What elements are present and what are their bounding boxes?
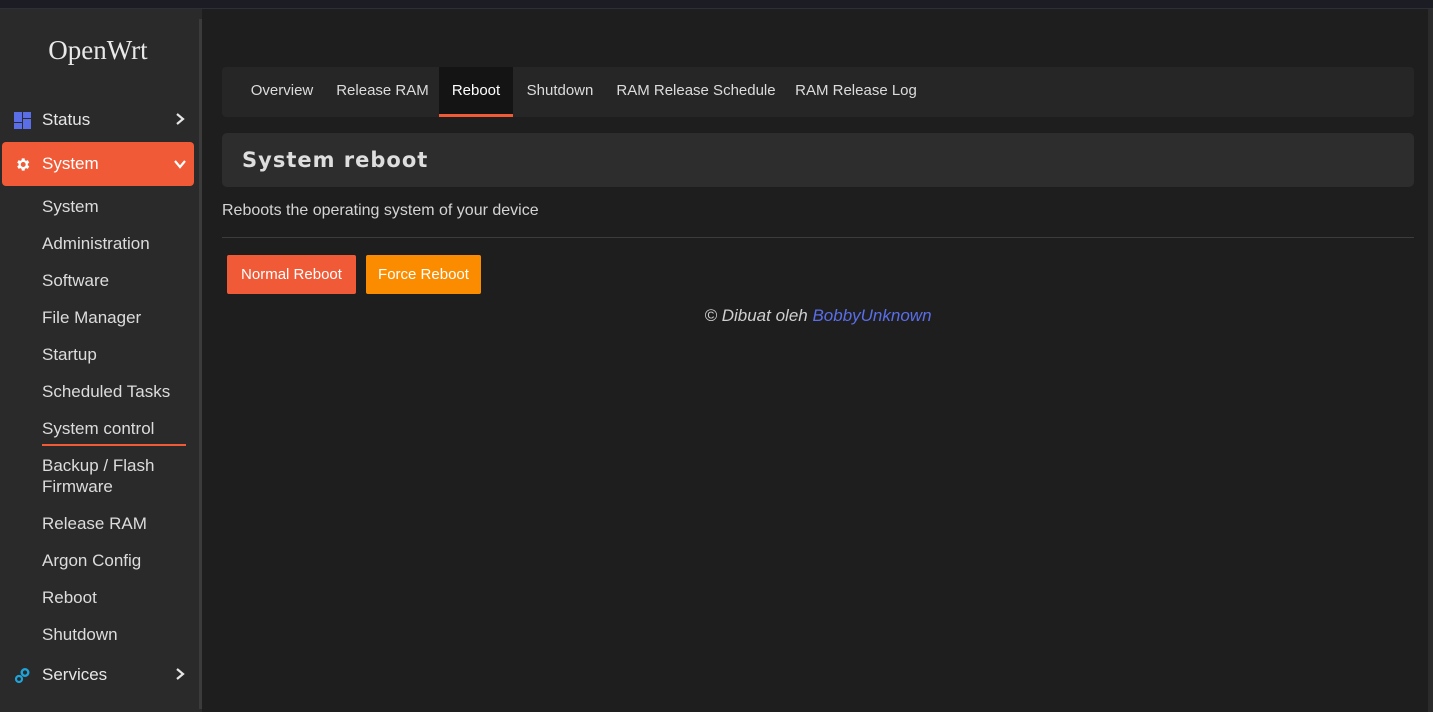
divider	[222, 237, 1414, 238]
sidebar-item-status[interactable]: Status	[2, 98, 194, 142]
sidebar-item-services[interactable]: Services	[2, 653, 194, 697]
author-link[interactable]: BobbyUnknown	[812, 306, 931, 325]
sidebar-item-label: System	[42, 154, 99, 173]
tab-reboot[interactable]: Reboot	[439, 67, 513, 117]
window-top-bar	[0, 0, 1433, 9]
page-title: System reboot	[242, 148, 429, 172]
footer-credit: © Dibuat oleh BobbyUnknown	[222, 306, 1414, 326]
tab-bar: Overview Release RAM Reboot Shutdown RAM…	[222, 67, 1414, 117]
sidebar-subitem-system[interactable]: System	[42, 196, 99, 217]
sidebar-item-label: Services	[42, 665, 108, 684]
sidebar-subitem-administration[interactable]: Administration	[42, 233, 150, 254]
tab-release-ram[interactable]: Release RAM	[330, 67, 435, 117]
cogs-icon	[2, 667, 42, 684]
sidebar-subitem-firmware[interactable]: Firmware	[42, 476, 113, 497]
gear-icon	[2, 156, 42, 173]
sidebar-subitem-file-manager[interactable]: File Manager	[42, 307, 141, 328]
sidebar: OpenWrt Status System System Administrat…	[0, 9, 202, 712]
footer-text: © Dibuat oleh	[704, 306, 813, 325]
sidebar-subitem-argon-config[interactable]: Argon Config	[42, 550, 141, 571]
tab-ram-release-schedule[interactable]: RAM Release Schedule	[612, 67, 780, 117]
sidebar-subitem-software[interactable]: Software	[42, 270, 109, 291]
sidebar-subitem-shutdown[interactable]: Shutdown	[42, 624, 118, 645]
sidebar-scrollbar[interactable]	[199, 19, 202, 709]
sidebar-subitem-scheduled-tasks[interactable]: Scheduled Tasks	[42, 381, 170, 402]
sidebar-subitem-system-control[interactable]: System control	[42, 418, 187, 446]
tab-shutdown[interactable]: Shutdown	[520, 67, 600, 117]
sidebar-item-label: Status	[42, 110, 91, 129]
normal-reboot-button[interactable]: Normal Reboot	[227, 255, 356, 294]
brand-logo[interactable]: OpenWrt	[0, 35, 196, 66]
tab-overview[interactable]: Overview	[242, 67, 322, 117]
dashboard-icon	[2, 111, 42, 129]
section-header: System reboot	[222, 133, 1414, 187]
force-reboot-button[interactable]: Force Reboot	[366, 255, 481, 294]
sidebar-item-system[interactable]: System	[2, 142, 194, 186]
chevron-right-icon	[166, 667, 194, 684]
tab-ram-release-log[interactable]: RAM Release Log	[792, 67, 920, 117]
section-description: Reboots the operating system of your dev…	[222, 202, 539, 219]
sidebar-subitem-release-ram[interactable]: Release RAM	[42, 513, 147, 534]
chevron-down-icon	[166, 156, 194, 173]
sidebar-subitem-startup[interactable]: Startup	[42, 344, 97, 365]
chevron-right-icon	[166, 112, 194, 129]
sidebar-subitem-reboot[interactable]: Reboot	[42, 587, 97, 608]
sidebar-subitem-backup-flash[interactable]: Backup / Flash	[42, 455, 154, 476]
page-scrollbar[interactable]	[1428, 9, 1433, 712]
